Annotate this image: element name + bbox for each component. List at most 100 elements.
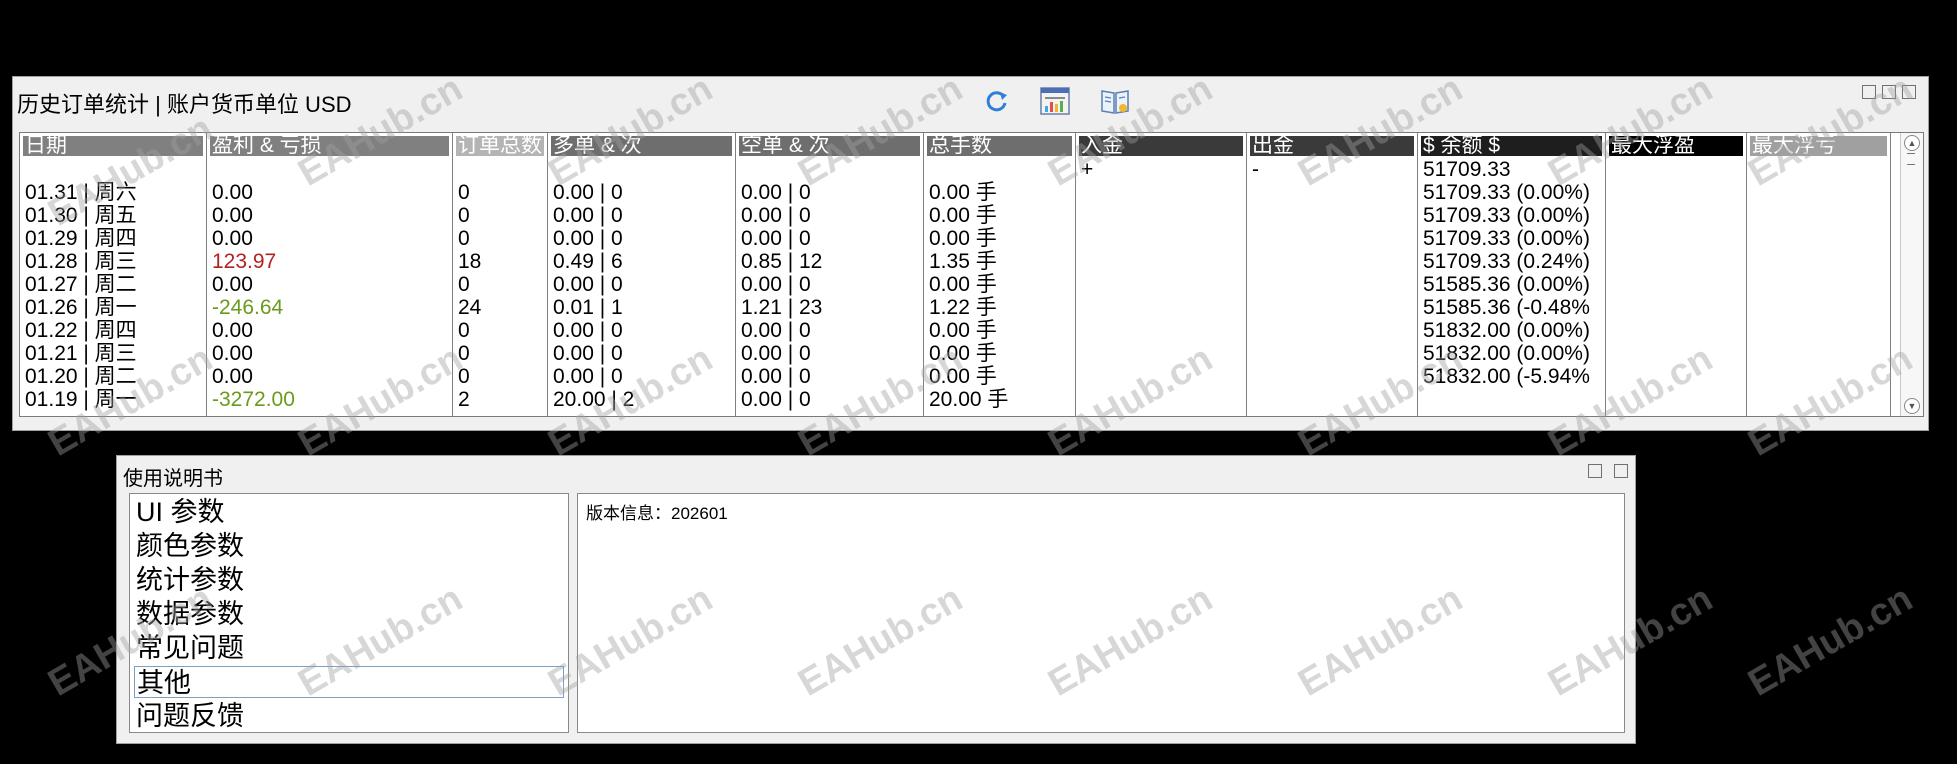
table-cell [25, 158, 206, 181]
minimize-icon[interactable] [1588, 464, 1602, 478]
table-cell: 1.21 | 23 [741, 296, 823, 319]
vertical-scrollbar[interactable]: ▲ ▼ [1900, 133, 1923, 416]
table-cell: 0.00 [212, 204, 253, 227]
stats-table: 日期 01.31 | 周六 01.30 | 周五 01.29 | 周四 01.28 | … [19, 132, 1924, 417]
table-cell: 0.00 [212, 319, 253, 342]
column-header-total_lots[interactable]: 总手数 [927, 136, 1072, 156]
table-cell: + [1081, 158, 1094, 181]
manual-topic-item[interactable]: 其他 [134, 666, 564, 698]
table-cell: 0.00 | 0 [741, 204, 811, 227]
manual-topic-item[interactable]: 问题反馈 [134, 700, 564, 732]
table-cell: 0.00 [212, 365, 253, 388]
scroll-down-icon[interactable]: ▼ [1904, 398, 1920, 414]
table-cell: 0.00 | 0 [553, 273, 623, 296]
table-cell: 0.00 | 0 [741, 227, 811, 250]
table-cell: 0 [458, 181, 470, 204]
table-cell: -246.64 [212, 296, 284, 319]
manual-topic-item[interactable]: 统计参数 [134, 564, 564, 596]
manual-topic-item[interactable]: 颜色参数 [134, 530, 564, 562]
refresh-icon[interactable] [981, 85, 1013, 117]
table-cell: 0.00 | 0 [553, 319, 623, 342]
table-cell: 0.00 | 0 [741, 388, 811, 411]
close-icon[interactable] [1902, 85, 1916, 99]
table-cell: 0.00 手 [929, 204, 997, 227]
column-date: 日期 01.31 | 周六 01.30 | 周五 01.29 | 周四 01.28 | … [20, 133, 207, 416]
scroll-up-icon[interactable]: ▲ [1904, 135, 1920, 151]
table-cell: 1.35 手 [929, 250, 997, 273]
watermark: EAHub.cn [1741, 577, 1920, 705]
table-cell [929, 158, 1075, 181]
panel-title: 使用说明书 [123, 468, 223, 490]
table-cell: 2 [458, 388, 470, 411]
table-cell: 0.00 | 0 [553, 227, 623, 250]
table-cell: 0 [458, 365, 470, 388]
column-header-withdrawal[interactable]: 出金 [1250, 136, 1414, 156]
table-cell [553, 158, 735, 181]
table-cell: 24 [458, 296, 482, 319]
column-header-short_orders[interactable]: 空单 & 次 [739, 136, 920, 156]
column-max_floating_profit: 最大浮盈 [1606, 133, 1747, 416]
table-cell: 0 [458, 342, 470, 365]
column-balance: $ 余额 $51709.33 51709.33 (0.00%) 51709.33 (… [1418, 133, 1606, 416]
table-cell: 0.85 | 12 [741, 250, 823, 273]
table-cell: 18 [458, 250, 482, 273]
column-long_orders: 多单 & 次 0.00 | 0 0.00 | 0 0.00 | 0 0.49 | 6 0.… [548, 133, 736, 416]
column-header-date[interactable]: 日期 [23, 136, 203, 156]
restore-icon[interactable] [1882, 85, 1896, 99]
table-cell: 0.49 | 6 [553, 250, 623, 273]
table-cell: 01.31 | 周六 [25, 181, 137, 204]
minimize-icon[interactable] [1862, 85, 1876, 99]
table-cell: 20.00 | 2 [553, 388, 635, 411]
table-cell: 0.00 手 [929, 227, 997, 250]
book-icon[interactable] [1099, 85, 1131, 117]
table-cell: 0 [458, 319, 470, 342]
table-cell: 0.00 | 0 [553, 342, 623, 365]
table-cell: 0 [458, 204, 470, 227]
table-cell: 0.00 手 [929, 273, 997, 296]
table-cell: 51709.33 (0.24%) [1423, 250, 1590, 273]
column-deposit: 入金 + [1076, 133, 1247, 416]
column-header-deposit[interactable]: 入金 [1079, 136, 1243, 156]
table-cell: -3272.00 [212, 388, 295, 411]
table-cell: 0.00 | 0 [553, 365, 623, 388]
table-cell: 01.26 | 周一 [25, 296, 137, 319]
close-icon[interactable] [1614, 464, 1628, 478]
table-cell: 51709.33 (0.00%) [1423, 227, 1590, 250]
table-cell: 0.00 [212, 273, 253, 296]
scroll-thumb[interactable] [1907, 153, 1915, 165]
order-stats-panel: 历史订单统计 | 账户货币单位 USD 日期 01.31 | 周六 01.30 … [12, 76, 1929, 431]
table-cell: 01.29 | 周四 [25, 227, 137, 250]
table-cell: 01.20 | 周二 [25, 365, 137, 388]
column-header-profit_loss[interactable]: 盈利 & 亏损 [210, 136, 449, 156]
table-cell: 1.22 手 [929, 296, 997, 319]
table-cell: 51832.00 (0.00%) [1423, 342, 1590, 365]
manual-topic-item[interactable]: 常见问题 [134, 632, 564, 664]
table-cell: 0.00 手 [929, 319, 997, 342]
table-cell: 0.00 手 [929, 181, 997, 204]
column-header-order_count[interactable]: 订单总数 [456, 136, 544, 156]
manual-topic-list[interactable]: UI 参数 颜色参数 统计参数 数据参数 常见问题 其他 问题反馈 [129, 493, 569, 733]
column-header-balance[interactable]: $ 余额 $ [1421, 136, 1602, 156]
table-cell: 51832.00 (0.00%) [1423, 319, 1590, 342]
table-cell: 0.00 | 0 [553, 204, 623, 227]
table-cell: 51709.33 (0.00%) [1423, 204, 1590, 227]
table-cell: 0.00 | 0 [553, 181, 623, 204]
manual-topic-item[interactable]: UI 参数 [134, 496, 564, 528]
column-total_lots: 总手数 0.00 手 0.00 手 0.00 手 1.35 手 0.00 手 1.22 手0… [924, 133, 1076, 416]
table-cell: 01.28 | 周三 [25, 250, 137, 273]
table-cell: 0.00 | 0 [741, 319, 811, 342]
table-cell: 0.00 [212, 227, 253, 250]
panel-title: 历史订单统计 | 账户货币单位 USD [17, 92, 352, 117]
column-header-long_orders[interactable]: 多单 & 次 [551, 136, 732, 156]
column-header-max_floating_profit[interactable]: 最大浮盈 [1609, 136, 1743, 156]
manual-topic-item[interactable]: 数据参数 [134, 598, 564, 630]
table-cell: 0.00 | 0 [741, 181, 811, 204]
column-header-max_floating_loss[interactable]: 最大浮亏 [1750, 136, 1887, 156]
column-withdrawal: 出金 - [1247, 133, 1418, 416]
chart-report-icon[interactable] [1039, 85, 1071, 117]
table-cell: 51832.00 (-5.94% [1423, 365, 1590, 388]
table-cell: 01.27 | 周二 [25, 273, 137, 296]
table-cell: 0 [458, 273, 470, 296]
column-short_orders: 空单 & 次 0.00 | 0 0.00 | 0 0.00 | 0 0.85 | 12 0… [736, 133, 924, 416]
version-info: 版本信息：202601 [586, 504, 728, 523]
